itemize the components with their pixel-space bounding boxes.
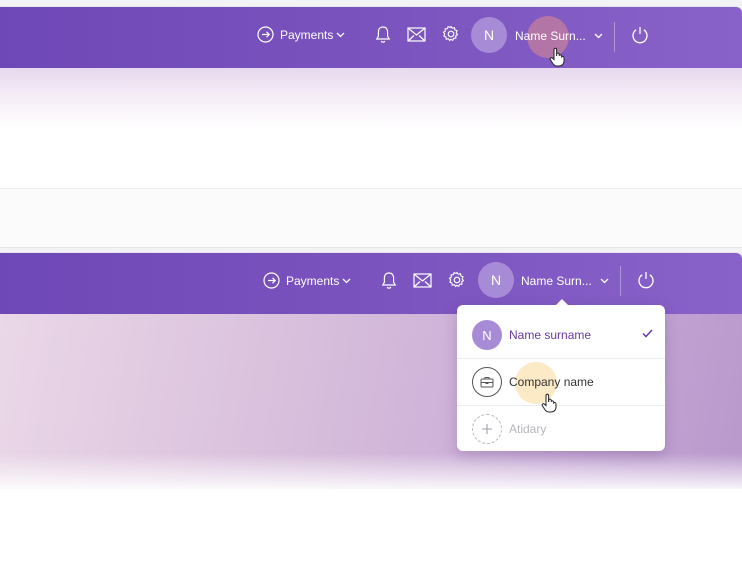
hand-pointer-cursor-icon [549,47,565,67]
mail-icon[interactable] [407,27,426,42]
mail-icon[interactable] [413,273,432,288]
nav-divider [614,22,615,52]
user-avatar[interactable]: N [471,17,507,53]
banner-fade [0,453,742,493]
account-switcher-menu: N Name surname Company name Atidary [457,299,665,452]
content-area [0,189,742,247]
menu-caret [555,299,569,306]
account-item-company[interactable]: Company name [457,359,665,405]
chevron-down-icon [336,32,345,38]
payments-menu-button[interactable]: Payments [257,26,345,43]
briefcase-icon [472,367,502,397]
arrow-circle-right-icon [257,26,274,43]
power-icon[interactable] [637,271,655,289]
payments-menu-button[interactable]: Payments [263,272,351,289]
bell-icon[interactable] [381,271,397,290]
bell-icon[interactable] [375,25,391,44]
account-label: Atidary [509,422,547,436]
user-name-label: Name Surn... [515,29,586,43]
checkmark-icon [642,329,653,338]
account-avatar: N [472,320,502,350]
chevron-down-icon [594,33,603,39]
top-navigation-bar: Payments N Name Surn... [0,7,742,68]
chevron-down-icon [342,278,351,284]
nav-divider [620,266,621,296]
chevron-down-icon [600,278,609,284]
gear-icon[interactable] [442,25,460,43]
plus-icon [472,414,502,444]
gear-icon[interactable] [448,271,466,289]
header-gradient [0,68,742,128]
screen-before: Payments N Name Surn... [0,7,742,247]
power-icon[interactable] [631,26,649,44]
account-label: Company name [509,375,594,389]
arrow-circle-right-icon [263,272,280,289]
account-label: Name surname [509,328,592,342]
user-name-label: Name Surn... [521,274,592,288]
user-avatar[interactable]: N [478,262,514,298]
payments-label: Payments [280,27,334,42]
add-account-item[interactable]: Atidary [457,406,665,452]
user-menu-button[interactable]: Name Surn... [521,274,609,288]
hand-pointer-cursor-icon [541,393,557,413]
user-menu-button[interactable]: Name Surn... [515,29,603,43]
account-item-personal[interactable]: N Name surname [457,312,665,358]
payments-label: Payments [286,273,340,288]
